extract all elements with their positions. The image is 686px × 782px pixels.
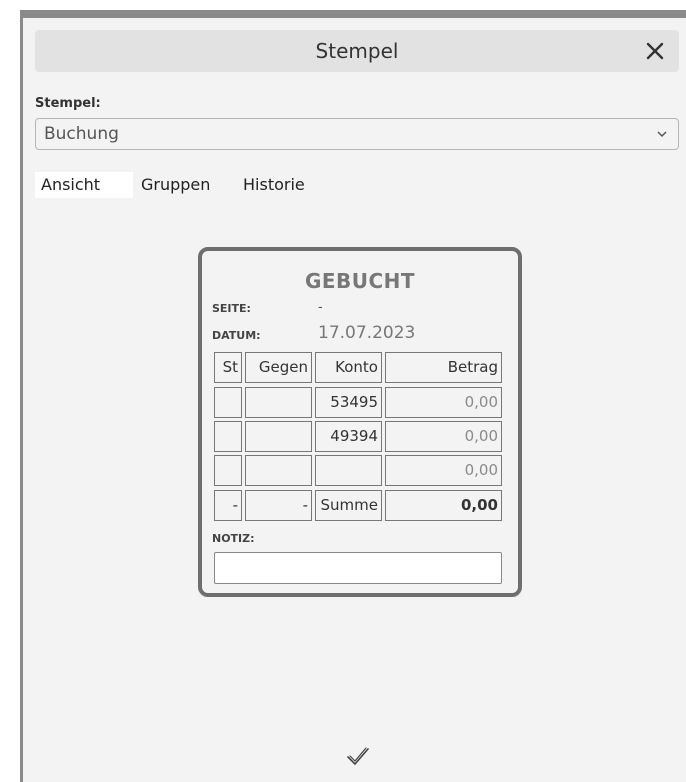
sum-betrag: 0,00 — [385, 490, 502, 521]
row1-betrag: 0,00 — [385, 387, 502, 418]
row2-konto: 49394 — [315, 421, 382, 452]
row3-st — [214, 455, 242, 486]
row2-betrag: 0,00 — [385, 421, 502, 452]
dialog-title: Stempel — [315, 39, 399, 63]
notiz-field[interactable] — [214, 552, 502, 584]
stamp-preview: GEBUCHT SEITE: - DATUM: 17.07.2023 St Ge… — [198, 247, 522, 597]
header-konto: Konto — [315, 352, 382, 383]
tab-gruppen[interactable]: Gruppen — [135, 172, 221, 198]
tab-historie[interactable]: Historie — [237, 172, 317, 198]
row2-gegen — [245, 421, 312, 452]
sum-st: - — [214, 490, 242, 521]
stempel-dialog: Stempel Stempel: Buchung Ansicht Gruppen… — [20, 10, 686, 782]
row3-betrag: 0,00 — [385, 455, 502, 486]
stempel-select[interactable]: Buchung — [35, 118, 679, 150]
stempel-label: Stempel: — [35, 96, 101, 111]
datum-label: DATUM: — [212, 329, 261, 342]
tab-ansicht[interactable]: Ansicht — [35, 172, 133, 198]
row1-gegen — [245, 387, 312, 418]
seite-value: - — [318, 300, 323, 315]
dialog-titlebar: Stempel — [35, 30, 679, 72]
header-st: St — [214, 352, 242, 383]
sum-gegen: - — [245, 490, 312, 521]
checkmark-icon[interactable] — [343, 741, 373, 771]
header-gegen: Gegen — [245, 352, 312, 383]
row1-konto: 53495 — [315, 387, 382, 418]
stempel-select-value: Buchung — [44, 124, 119, 144]
sum-label: Summe — [315, 490, 382, 521]
row3-gegen — [245, 455, 312, 486]
row2-st — [214, 421, 242, 452]
seite-label: SEITE: — [212, 302, 251, 315]
chevron-down-icon — [657, 131, 667, 138]
stamp-title: GEBUCHT — [304, 269, 416, 293]
notiz-label: NOTIZ: — [212, 532, 255, 545]
datum-value: 17.07.2023 — [318, 323, 416, 343]
close-icon[interactable] — [641, 37, 669, 65]
row3-konto — [315, 455, 382, 486]
row1-st — [214, 387, 242, 418]
header-betrag: Betrag — [385, 352, 502, 383]
